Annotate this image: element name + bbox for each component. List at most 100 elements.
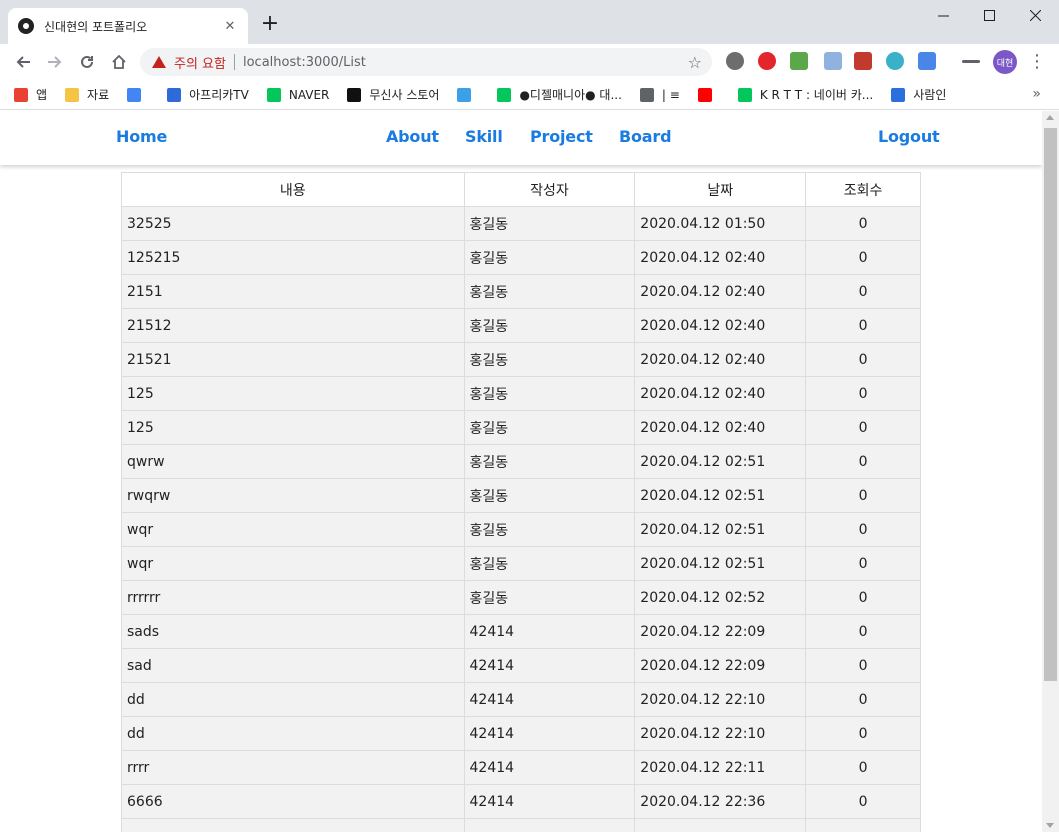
table-row[interactable] xyxy=(121,818,921,832)
reload-icon[interactable] xyxy=(74,50,100,74)
minimize-icon[interactable] xyxy=(920,0,966,30)
cell-content[interactable]: qwrw xyxy=(121,444,465,479)
bookmark-item[interactable] xyxy=(127,87,149,102)
nav-skill-link[interactable]: Skill xyxy=(465,127,503,146)
cell-author: 홍길동 xyxy=(463,580,636,615)
bookmark-item[interactable]: 아프리카TV xyxy=(167,86,249,103)
table-row[interactable]: wqr 홍길동 2020.04.12 02:51 0 xyxy=(121,512,921,547)
cell-content[interactable] xyxy=(121,818,465,832)
bookmark-label: | ≡ xyxy=(661,87,680,102)
table-row[interactable]: 2151 홍길동 2020.04.12 02:40 0 xyxy=(121,274,921,309)
nav-logout-link[interactable]: Logout xyxy=(878,127,940,146)
record-extension-icon[interactable] xyxy=(854,52,872,70)
color-picker-extension-icon[interactable] xyxy=(824,52,842,70)
table-row[interactable]: dd 42414 2020.04.12 22:10 0 xyxy=(121,682,921,717)
table-row[interactable]: sad 42414 2020.04.12 22:09 0 xyxy=(121,648,921,683)
bookmark-item[interactable] xyxy=(457,87,479,102)
table-row[interactable]: 6666 42414 2020.04.12 22:36 0 xyxy=(121,784,921,819)
bookmark-item[interactable]: ●디젤매니아● 대... xyxy=(497,86,622,103)
cell-content[interactable]: 125 xyxy=(121,376,465,411)
close-window-icon[interactable] xyxy=(1012,0,1058,30)
back-arrow-icon[interactable] xyxy=(10,50,36,74)
cell-content[interactable]: sads xyxy=(121,614,465,649)
cell-content[interactable]: 2151 xyxy=(121,274,465,309)
table-row[interactable]: sads 42414 2020.04.12 22:09 0 xyxy=(121,614,921,649)
nav-home-link[interactable]: Home xyxy=(116,127,167,146)
vertical-scrollbar[interactable] xyxy=(1042,111,1059,832)
table-row[interactable]: wqr 홍길동 2020.04.12 02:51 0 xyxy=(121,546,921,581)
table-row[interactable]: 32525 홍길동 2020.04.12 01:50 0 xyxy=(121,206,921,241)
table-row[interactable]: 125 홍길동 2020.04.12 02:40 0 xyxy=(121,376,921,411)
bookmarks-bar: 앱 자료 아프리카TV NAVER 무신사 스토어 ●디젤매니아● 대... | ≡ K R … xyxy=(0,80,1059,110)
table-row[interactable]: 125215 홍길동 2020.04.12 02:40 0 xyxy=(121,240,921,275)
cell-content[interactable]: dd xyxy=(121,682,465,717)
maximize-icon[interactable] xyxy=(966,0,1012,30)
security-label[interactable]: 주의 요함 xyxy=(174,53,226,72)
cell-content[interactable]: rwqrw xyxy=(121,478,465,513)
cell-views: 0 xyxy=(805,580,921,615)
cell-date: 2020.04.12 22:10 xyxy=(634,716,807,751)
profile-avatar[interactable]: 대현 xyxy=(993,50,1017,74)
cell-views: 0 xyxy=(805,546,921,581)
cell-author: 홍길동 xyxy=(463,342,636,377)
settings-extension-icon[interactable] xyxy=(726,52,744,70)
home-icon[interactable] xyxy=(106,50,132,74)
saramin-icon xyxy=(891,87,906,102)
bookmark-item[interactable]: 자료 xyxy=(65,86,109,103)
url-text[interactable]: localhost:3000/List xyxy=(243,55,688,70)
table-row[interactable]: qwrw 홍길동 2020.04.12 02:51 0 xyxy=(121,444,921,479)
cell-content[interactable]: 125 xyxy=(121,410,465,445)
cell-content[interactable]: 21512 xyxy=(121,308,465,343)
bookmark-item[interactable]: K R T T : 네이버 카... xyxy=(737,86,873,103)
forward-arrow-icon[interactable] xyxy=(42,50,68,74)
translate-extension-icon[interactable] xyxy=(918,52,936,70)
cell-content[interactable]: 125215 xyxy=(121,240,465,275)
cell-content[interactable]: wqr xyxy=(121,546,465,581)
cell-content[interactable]: dd xyxy=(121,716,465,751)
bookmark-label: 앱 xyxy=(36,88,48,102)
cell-content[interactable]: wqr xyxy=(121,512,465,547)
close-tab-icon[interactable]: ✕ xyxy=(222,19,238,34)
cell-content[interactable]: sad xyxy=(121,648,465,683)
bookmark-item[interactable]: 사람인 xyxy=(891,86,946,103)
cell-date: 2020.04.12 02:52 xyxy=(634,580,807,615)
scroll-down-arrow-icon[interactable] xyxy=(1046,823,1054,828)
cell-views: 0 xyxy=(805,614,921,649)
scroll-thumb[interactable] xyxy=(1044,128,1057,681)
cell-content[interactable]: 32525 xyxy=(121,206,465,241)
scroll-up-arrow-icon[interactable] xyxy=(1046,115,1054,120)
cell-author: 42414 xyxy=(463,648,636,683)
nav-board-link[interactable]: Board xyxy=(619,127,672,146)
sheet-extension-icon[interactable] xyxy=(790,52,808,70)
browser-tab[interactable]: 신대현의 포트폴리오 ✕ xyxy=(8,8,248,44)
bookmarks-overflow-icon[interactable]: » xyxy=(1032,86,1041,102)
bookmark-item[interactable] xyxy=(697,87,720,102)
nav-project-link[interactable]: Project xyxy=(530,127,593,146)
site-navbar: Home About Skill Project Board Logout xyxy=(0,111,1042,165)
more-menu-icon[interactable]: ⋮ xyxy=(1028,50,1046,74)
media-control-icon[interactable] xyxy=(962,60,980,63)
cell-date: 2020.04.12 22:09 xyxy=(634,648,807,683)
bookmark-item[interactable]: 무신사 스토어 xyxy=(347,86,439,103)
table-row[interactable]: rrrr 42414 2020.04.12 22:11 0 xyxy=(121,750,921,785)
address-bar[interactable]: 주의 요함 localhost:3000/List ☆ xyxy=(140,48,712,76)
table-row[interactable]: 21512 홍길동 2020.04.12 02:40 0 xyxy=(121,308,921,343)
table-row[interactable]: 125 홍길동 2020.04.12 02:40 0 xyxy=(121,410,921,445)
table-row[interactable]: dd 42414 2020.04.12 22:10 0 xyxy=(121,716,921,751)
bookmark-item[interactable]: 앱 xyxy=(14,86,47,103)
new-tab-button[interactable]: + xyxy=(258,12,282,36)
cell-content[interactable]: 21521 xyxy=(121,342,465,377)
cell-content[interactable]: rrrr xyxy=(121,750,465,785)
table-row[interactable]: rrrrrr 홍길동 2020.04.12 02:52 0 xyxy=(121,580,921,615)
bookmark-item[interactable]: NAVER xyxy=(266,87,329,102)
table-row[interactable]: rwqrw 홍길동 2020.04.12 02:51 0 xyxy=(121,478,921,513)
nav-about-link[interactable]: About xyxy=(386,127,439,146)
cell-content[interactable]: rrrrrr xyxy=(121,580,465,615)
cell-content[interactable]: 6666 xyxy=(121,784,465,819)
adblock-extension-icon[interactable] xyxy=(758,52,776,70)
bookmark-star-icon[interactable]: ☆ xyxy=(688,53,702,72)
target-extension-icon[interactable] xyxy=(886,52,904,70)
bookmark-item[interactable]: | ≡ xyxy=(639,87,680,102)
board-table: 내용 작성자 날짜 조회수 32525 홍길동 2020.04.12 01:50 0 1… xyxy=(121,172,921,832)
table-row[interactable]: 21521 홍길동 2020.04.12 02:40 0 xyxy=(121,342,921,377)
